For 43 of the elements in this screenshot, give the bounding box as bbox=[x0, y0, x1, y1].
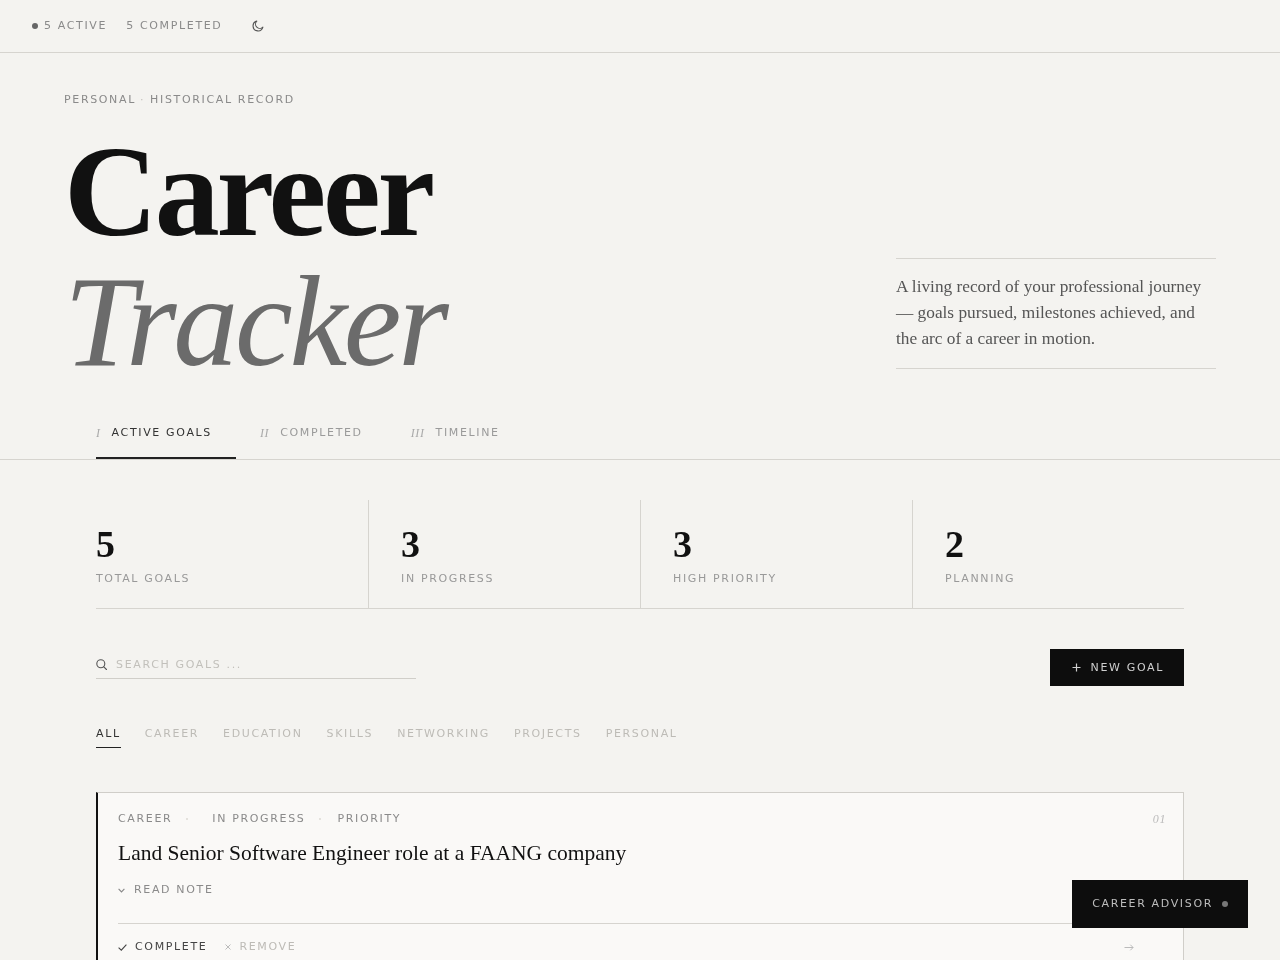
stat-label: TOTAL GOALS bbox=[96, 572, 192, 586]
breadcrumb-item: PERSONAL bbox=[64, 93, 136, 107]
filter-tab[interactable]: PERSONAL bbox=[605, 727, 678, 748]
page-title: Career bbox=[64, 126, 434, 256]
goal-number: 01 bbox=[1152, 812, 1166, 826]
goal-title: Land Senior Software Engineer role at a FAANG company bbox=[118, 840, 628, 867]
remove-button[interactable]: REMOVE bbox=[225, 940, 297, 954]
status-label: IN PROGRESS bbox=[212, 812, 306, 826]
stat-value: 5 bbox=[96, 524, 116, 564]
stat-value: 3 bbox=[401, 524, 421, 564]
search-icon bbox=[96, 659, 107, 670]
check-icon bbox=[118, 943, 127, 951]
tab[interactable]: I ACTIVE GOALS bbox=[96, 409, 236, 459]
filter-tab[interactable]: NETWORKING bbox=[397, 727, 490, 748]
active-count: 5 ACTIVE bbox=[44, 19, 108, 33]
career-advisor-button[interactable]: CAREER ADVISOR bbox=[1072, 880, 1248, 928]
tab[interactable]: III TIMELINE bbox=[410, 409, 524, 459]
stat-label: IN PROGRESS bbox=[401, 572, 496, 586]
stat-label: PLANNING bbox=[945, 572, 1017, 586]
filter-tab[interactable]: SKILLS bbox=[326, 727, 374, 748]
stat-value: 3 bbox=[673, 524, 693, 564]
filter-tab[interactable]: PROJECTS bbox=[513, 727, 582, 748]
filter-tab[interactable]: ALL bbox=[96, 727, 121, 748]
status-dot-icon bbox=[32, 23, 38, 29]
stat-value: 2 bbox=[945, 524, 965, 564]
tab[interactable]: II COMPLETED bbox=[260, 409, 387, 459]
priority-label: PRIORITY bbox=[337, 812, 402, 826]
complete-button[interactable]: COMPLETE bbox=[118, 940, 208, 954]
filter-tab[interactable]: EDUCATION bbox=[223, 727, 303, 748]
filter-tab[interactable]: CAREER bbox=[144, 727, 200, 748]
status-dot-icon bbox=[1222, 901, 1228, 907]
breadcrumb-separator: · bbox=[139, 93, 146, 107]
stat-label: HIGH PRIORITY bbox=[673, 572, 778, 586]
moon-icon[interactable] bbox=[252, 20, 265, 32]
cross-icon bbox=[225, 944, 232, 950]
plus-icon bbox=[1071, 663, 1081, 672]
category-label: CAREER bbox=[118, 812, 173, 826]
completed-count: 5 COMPLETED bbox=[126, 19, 223, 33]
breadcrumb-item: HISTORICAL RECORD bbox=[150, 93, 295, 107]
page-title-accent: Tracker bbox=[64, 256, 460, 386]
hero-description: A living record of your professional journey — goals pursued, milestones achieved, and the arc of a career in motion. bbox=[896, 258, 1216, 369]
new-goal-button[interactable]: NEW GOAL bbox=[1049, 649, 1184, 686]
read-note-toggle[interactable]: READ NOTE bbox=[118, 883, 214, 897]
